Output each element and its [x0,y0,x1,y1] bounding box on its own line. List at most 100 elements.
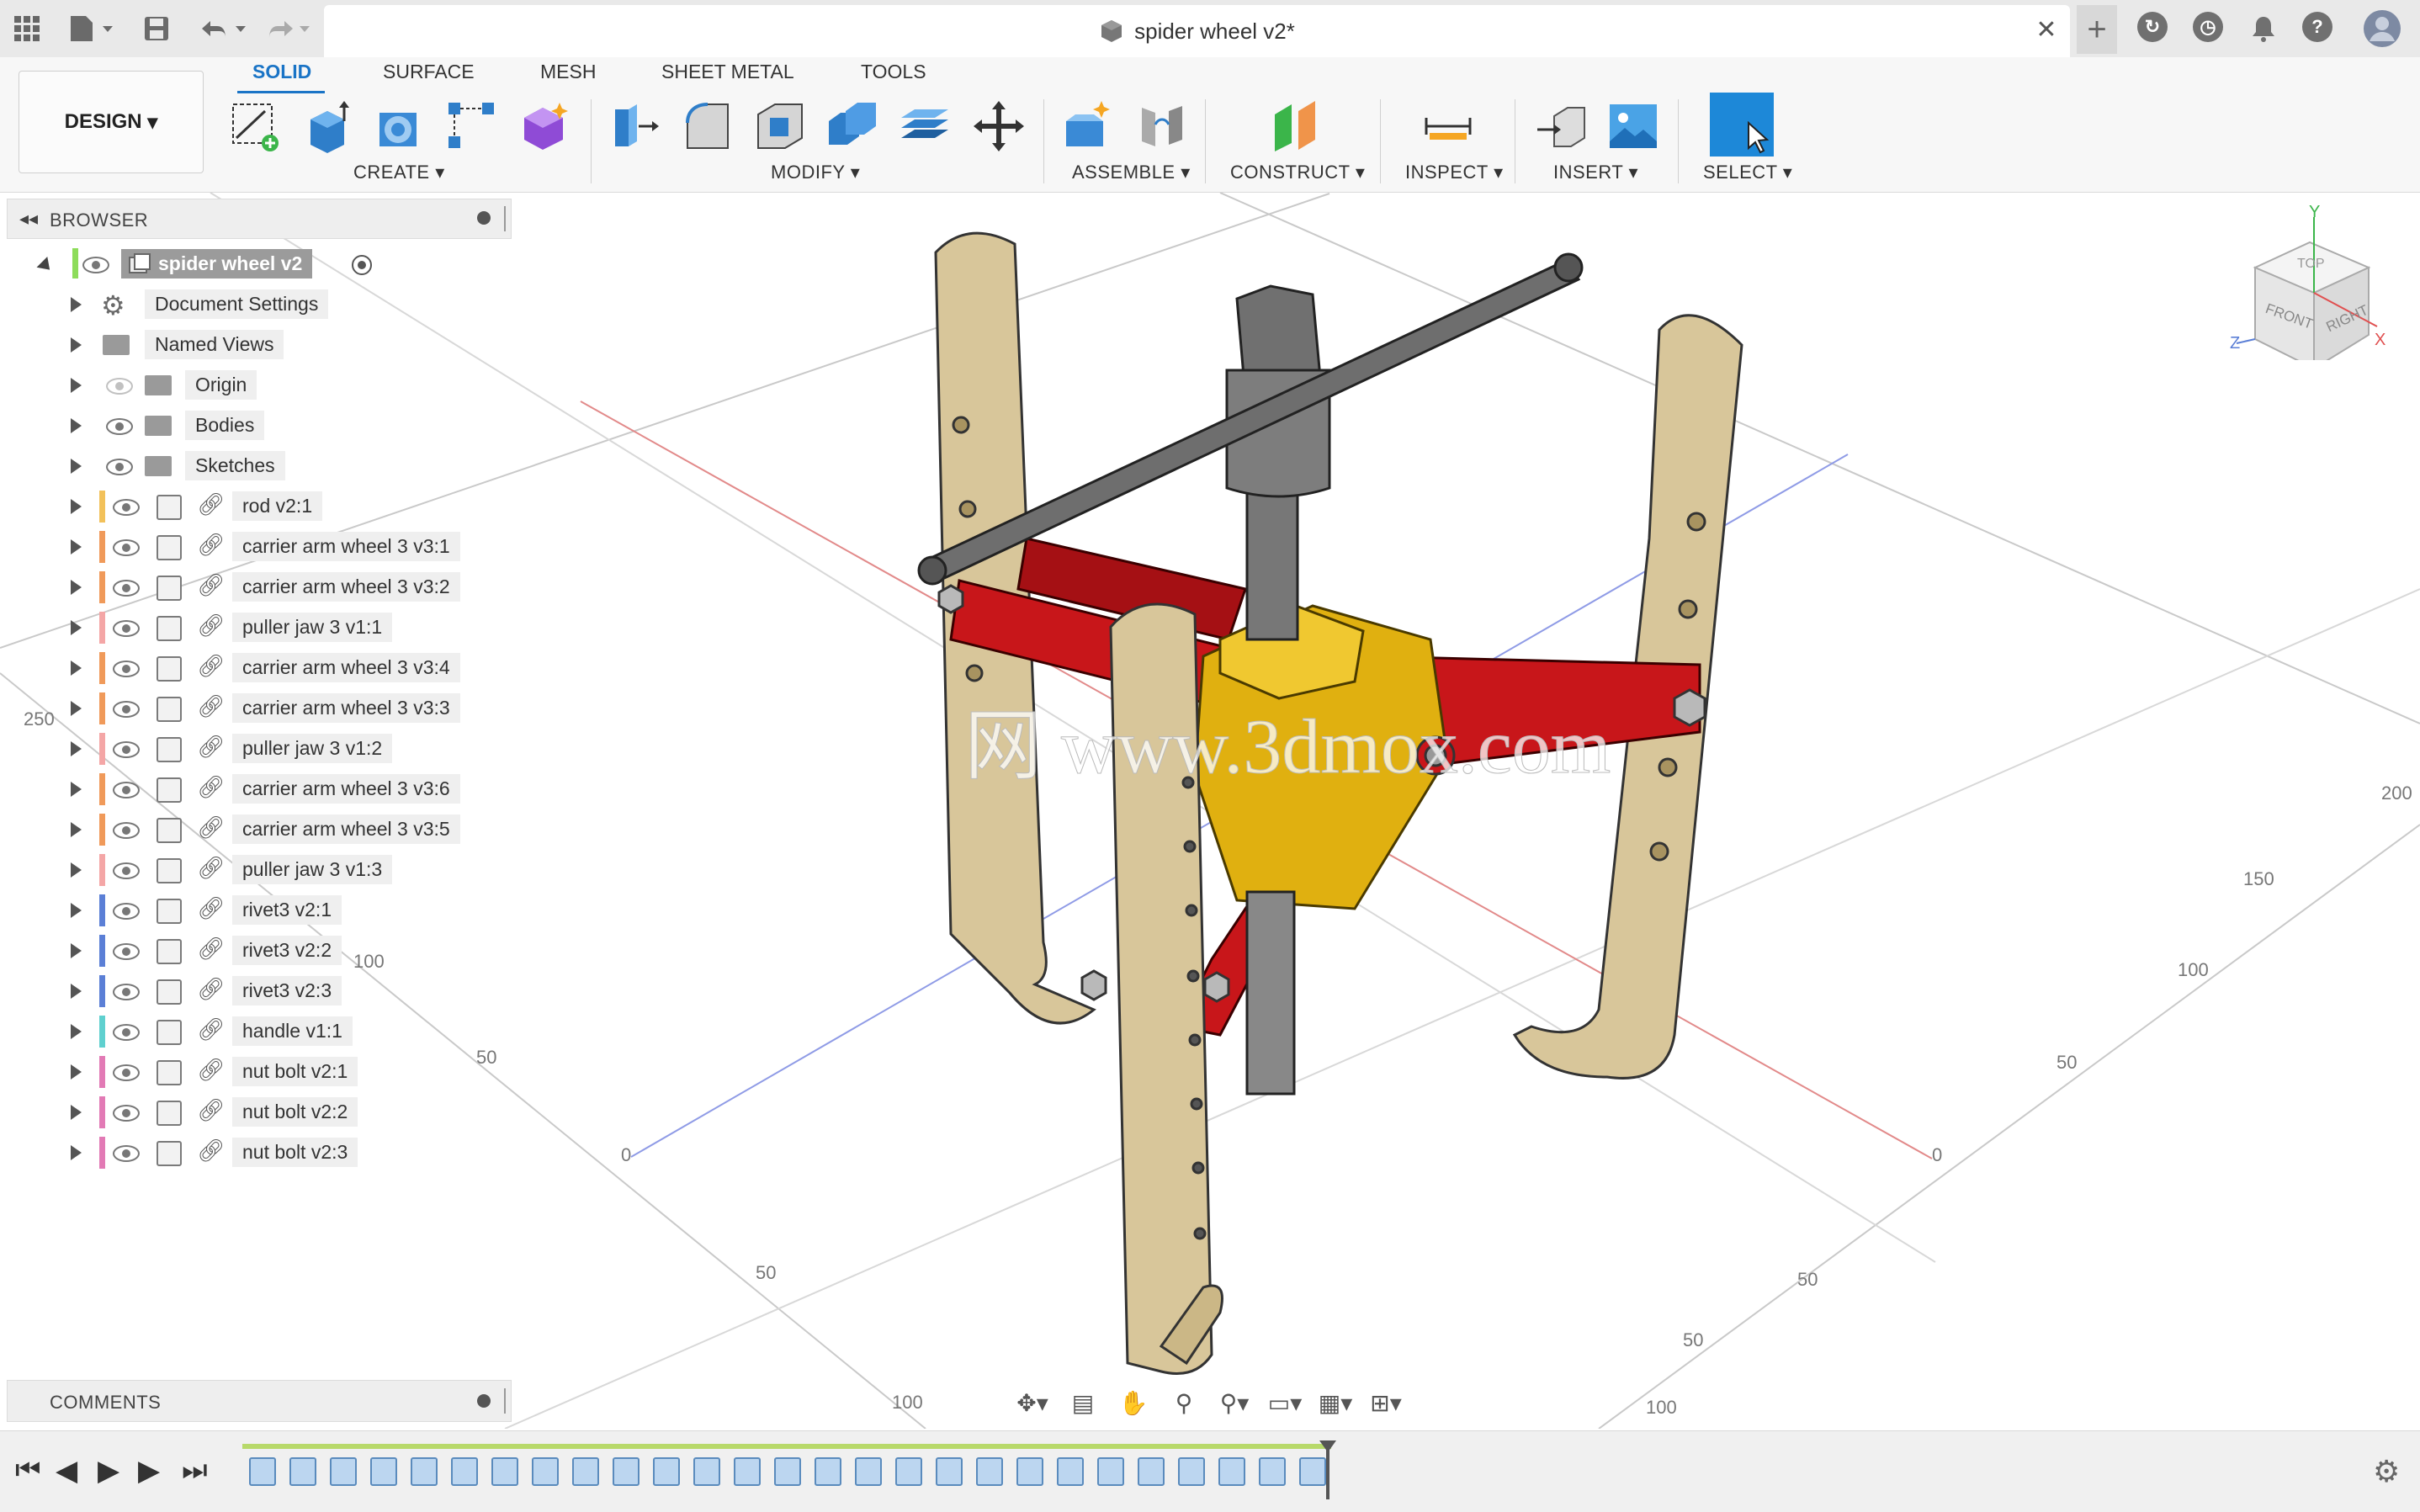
expand-triangle-icon[interactable] [71,701,82,716]
move-copy-icon[interactable] [969,94,1028,158]
step-back-icon[interactable]: ◀ [56,1454,77,1488]
timeline-feature-icon[interactable] [491,1457,518,1486]
visibility-eye-icon[interactable] [113,862,140,879]
visibility-eye-icon[interactable] [113,1105,140,1122]
timeline-feature-icon[interactable] [774,1457,801,1486]
timeline-feature-icon[interactable] [1016,1457,1043,1486]
component-label[interactable]: carrier arm wheel 3 v3:2 [232,572,460,602]
job-status-icon[interactable]: ◷ [2193,12,2223,42]
component-label[interactable]: nut bolt v2:1 [232,1057,358,1086]
tab-solid[interactable]: SOLID [252,61,311,83]
timeline-feature-icon[interactable] [734,1457,761,1486]
view-cube[interactable]: TOP FRONT RIGHT Y X Z [2230,200,2390,370]
timeline-feature-icon[interactable] [289,1457,316,1486]
visibility-eye-icon[interactable] [113,580,140,597]
insert-canvas-icon[interactable] [1604,94,1663,158]
browser-component[interactable]: 🔗︎ puller jaw 3 v1:1 [34,609,505,646]
expand-triangle-icon[interactable] [71,539,82,554]
look-at-icon[interactable]: ▤ [1060,1386,1106,1419]
tab-sheet-metal[interactable]: SHEET METAL [661,61,794,83]
select-icon[interactable] [1710,93,1774,157]
document-tab[interactable]: spider wheel v2* ✕ [324,5,2070,57]
timeline-feature-icon[interactable] [1138,1457,1165,1486]
timeline-feature-icon[interactable] [451,1457,478,1486]
browser-component[interactable]: 🔗︎ rivet3 v2:3 [34,973,505,1010]
timeline-feature-icon[interactable] [411,1457,438,1486]
browser-component[interactable]: 🔗︎ puller jaw 3 v1:3 [34,851,505,889]
timeline-feature-icon[interactable] [572,1457,599,1486]
offset-faces-icon[interactable] [895,94,954,158]
joint-icon[interactable] [1133,94,1191,158]
go-to-end-icon[interactable]: ⏭ [182,1454,208,1487]
insert-menu[interactable]: INSERT ▾ [1553,162,1638,183]
expand-triangle-icon[interactable] [71,580,82,595]
collapse-panel-icon[interactable]: ◂◂ [19,208,38,230]
offset-plane-icon[interactable] [1267,94,1326,158]
visibility-eye-icon[interactable] [113,741,140,758]
expand-triangle-icon[interactable] [71,499,82,514]
browser-component[interactable]: 🔗︎ nut bolt v2:1 [34,1053,505,1090]
expand-triangle-icon[interactable] [71,661,82,676]
insert-derive-icon[interactable] [1531,94,1590,158]
timeline-feature-icon[interactable] [936,1457,963,1486]
timeline-feature-icon[interactable] [815,1457,841,1486]
assemble-menu[interactable]: ASSEMBLE ▾ [1072,162,1191,183]
folder-label[interactable]: Document Settings [145,289,329,319]
timeline-feature-icon[interactable] [855,1457,882,1486]
browser-component[interactable]: 🔗︎ carrier arm wheel 3 v3:6 [34,771,505,808]
display-settings-icon[interactable]: ▭▾ [1262,1386,1308,1419]
browser-component[interactable]: 🔗︎ carrier arm wheel 3 v3:3 [34,690,505,727]
visibility-eye-icon[interactable] [113,984,140,1000]
browser-component[interactable]: 🔗︎ rivet3 v2:2 [34,932,505,969]
hidden-eye-icon[interactable] [106,378,133,395]
visibility-eye-icon[interactable] [113,903,140,920]
expand-triangle-icon[interactable] [71,459,82,474]
visibility-eye-icon[interactable] [106,418,133,435]
measure-icon[interactable] [1419,94,1478,158]
browser-component[interactable]: 🔗︎ carrier arm wheel 3 v3:5 [34,811,505,848]
activate-radio-icon[interactable] [352,255,372,275]
expand-triangle-icon[interactable] [71,297,82,312]
expand-comments-icon[interactable] [477,1394,491,1408]
select-menu[interactable]: SELECT ▾ [1703,162,1792,183]
pan-icon[interactable]: ✋ [1111,1386,1156,1419]
visibility-eye-icon[interactable] [113,822,140,839]
timeline-feature-icon[interactable] [532,1457,559,1486]
expand-triangle-icon[interactable] [71,1145,82,1160]
timeline-feature-icon[interactable] [249,1457,276,1486]
browser-folder[interactable]: Bodies [34,407,471,444]
new-tab-icon[interactable]: + [2077,5,2117,54]
browser-component[interactable]: 🔗︎ carrier arm wheel 3 v3:1 [34,528,505,565]
visibility-eye-icon[interactable] [113,943,140,960]
component-label[interactable]: rivet3 v2:2 [232,936,342,965]
rectangular-pattern-icon[interactable] [443,94,502,158]
expand-triangle-icon[interactable] [71,1024,82,1039]
timeline-marker-head[interactable] [1319,1440,1336,1452]
minimize-panel-icon[interactable] [477,211,491,225]
timeline-feature-icon[interactable] [976,1457,1003,1486]
apps-grid-icon[interactable] [8,10,45,47]
press-pull-icon[interactable] [606,94,665,158]
component-label[interactable]: handle v1:1 [232,1016,353,1046]
visibility-eye-icon[interactable] [82,257,109,273]
visibility-eye-icon[interactable] [113,499,140,516]
viewports-icon[interactable]: ⊞▾ [1363,1386,1409,1419]
timeline-feature-icon[interactable] [1218,1457,1245,1486]
browser-folder[interactable]: Origin [34,367,471,404]
component-label[interactable]: rivet3 v2:3 [232,976,342,1005]
play-icon[interactable]: ▶ [98,1454,119,1488]
modify-menu[interactable]: MODIFY ▾ [771,162,860,183]
browser-component[interactable]: 🔗︎ rod v2:1 [34,488,505,525]
visibility-eye-icon[interactable] [113,539,140,556]
create-menu[interactable]: CREATE ▾ [353,162,445,183]
tab-tools[interactable]: TOOLS [861,61,926,83]
visibility-eye-icon[interactable] [113,782,140,798]
tab-mesh[interactable]: MESH [540,61,596,83]
zoom-icon[interactable]: ⚲ [1161,1386,1207,1419]
file-menu-icon[interactable] [64,10,118,47]
expand-triangle-icon[interactable] [71,1064,82,1080]
workspace-switcher[interactable]: DESIGN ▾ [19,71,204,173]
timeline-feature-icon[interactable] [370,1457,397,1486]
timeline-feature-icon[interactable] [693,1457,720,1486]
tab-surface[interactable]: SURFACE [383,61,475,83]
